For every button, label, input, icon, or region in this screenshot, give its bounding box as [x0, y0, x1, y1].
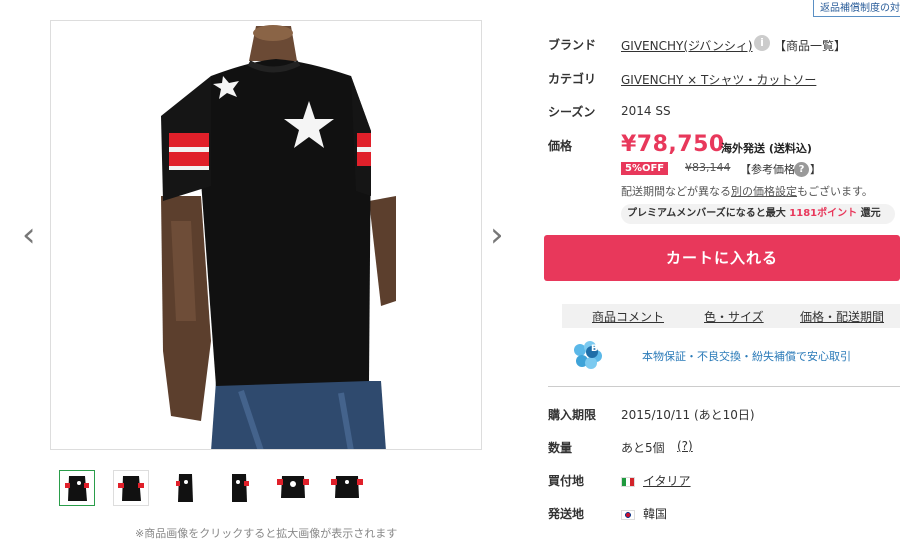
- alt-pricing-link[interactable]: 別の価格設定: [731, 185, 797, 198]
- buying-location-label: 買付地: [548, 474, 585, 488]
- tshirt-photo: [161, 25, 396, 449]
- category-label: カテゴリ: [548, 72, 597, 86]
- section-divider: [548, 386, 900, 387]
- help-question-icon[interactable]: ?: [794, 162, 809, 177]
- purchase-period-value: 2015/10/11 (あと10日): [621, 408, 755, 422]
- buying-location: イタリア: [621, 472, 691, 489]
- prev-image-arrow-icon[interactable]: ‹: [22, 218, 36, 252]
- guarantee-badge-letter: B: [591, 344, 598, 354]
- thumbnail-3[interactable]: [168, 470, 204, 506]
- reference-price-label: 【参考価格: [740, 163, 795, 176]
- ship-from-label: 発送地: [548, 507, 585, 521]
- discount-badge: 5%OFF: [621, 162, 669, 175]
- tab-color-size[interactable]: 色・サイズ: [704, 308, 764, 325]
- premium-members-banner[interactable]: プレミアムメンバーズになると最大 1181ポイント 還元: [621, 204, 895, 224]
- main-product-image[interactable]: [50, 20, 482, 450]
- tab-product-comment[interactable]: 商品コメント: [592, 308, 664, 325]
- thumbnail-4[interactable]: [222, 470, 258, 506]
- add-to-cart-button[interactable]: カートに入れる: [544, 235, 900, 281]
- price-value: ¥78,750: [621, 132, 725, 157]
- thumbnail-image: [114, 471, 148, 505]
- thumbnail-image: [330, 470, 364, 504]
- guarantee-text[interactable]: 本物保証・不良交換・紛失補償で安心取引: [642, 348, 851, 364]
- purchase-period-label: 購入期限: [548, 408, 597, 422]
- price-label: 価格: [548, 139, 573, 153]
- return-guarantee-tag[interactable]: 返品補償制度の対象商品: [813, 0, 900, 17]
- quantity-value: あと5個: [621, 441, 665, 455]
- ship-from: 韓国: [621, 505, 667, 522]
- original-price: ¥83,144: [685, 161, 731, 174]
- korea-flag-icon: [621, 509, 635, 520]
- thumbnail-6[interactable]: [330, 470, 366, 506]
- category-link[interactable]: GIVENCHY × Tシャツ・カットソー: [621, 71, 816, 88]
- premium-points: 1181ポイント: [789, 208, 858, 219]
- reference-price-close: 】: [810, 163, 821, 176]
- thumbnail-image: [222, 470, 256, 504]
- quantity-help-link[interactable]: (?): [677, 439, 693, 453]
- brand-list-link[interactable]: 【商品一覧】: [774, 37, 846, 54]
- thumbnail-image: [168, 470, 202, 504]
- premium-suffix: 還元: [857, 208, 881, 219]
- guarantee-badge-icon: [572, 340, 604, 370]
- shipping-note: 海外発送 (送料込): [721, 142, 812, 155]
- premium-prefix: プレミアムメンバーズになると最大: [627, 208, 790, 219]
- season-value: 2014 SS: [621, 104, 671, 118]
- thumbnail-image: [276, 470, 310, 504]
- tab-price-delivery[interactable]: 価格・配送期間: [800, 308, 884, 325]
- ship-from-value: 韓国: [643, 507, 668, 521]
- delivery-note-suffix: もございます。: [797, 185, 873, 198]
- buying-location-link[interactable]: イタリア: [643, 474, 691, 488]
- thumbnail-image: [60, 471, 94, 505]
- info-icon[interactable]: i: [754, 35, 770, 51]
- thumbnail-1[interactable]: [59, 470, 95, 506]
- italy-flag-icon: [621, 476, 635, 487]
- brand-link[interactable]: GIVENCHY(ジバンシィ): [621, 37, 753, 54]
- quantity-label: 数量: [548, 441, 573, 455]
- thumbnail-2[interactable]: [113, 470, 149, 506]
- season-label: シーズン: [548, 105, 596, 119]
- gallery-caption: ※商品画像をクリックすると拡大画像が表示されます: [135, 527, 398, 540]
- next-image-arrow-icon[interactable]: ›: [490, 218, 504, 252]
- brand-label: ブランド: [548, 38, 597, 52]
- thumbnail-5[interactable]: [276, 470, 312, 506]
- delivery-note-prefix: 配送期間などが異なる: [621, 185, 731, 198]
- delivery-note: 配送期間などが異なる別の価格設定もございます。: [621, 183, 873, 199]
